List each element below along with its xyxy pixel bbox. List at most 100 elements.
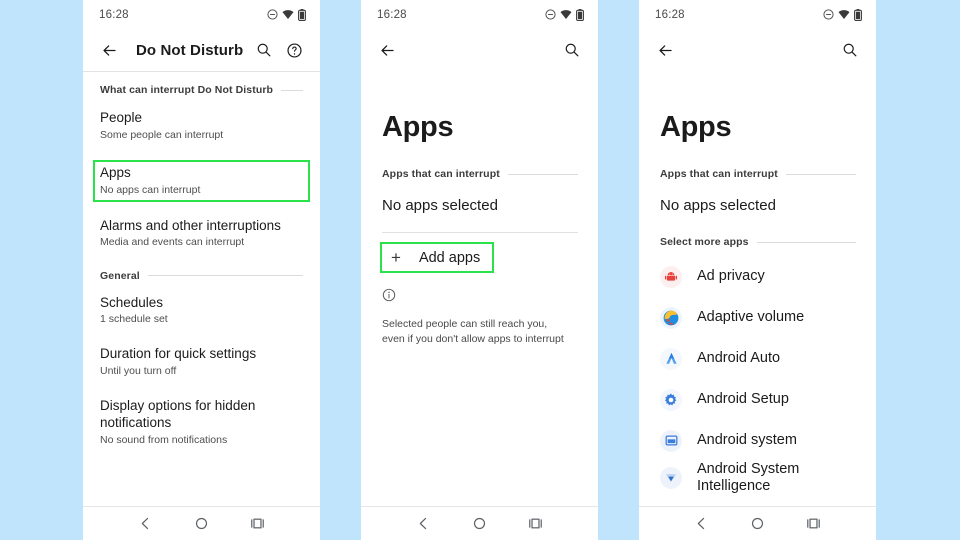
info-text: Selected people can still reach you, eve… xyxy=(382,318,564,346)
search-icon[interactable] xyxy=(559,37,585,63)
list-item[interactable]: Android System Intelligence xyxy=(660,461,856,495)
section-rule xyxy=(147,275,303,277)
help-icon[interactable] xyxy=(281,37,307,63)
ad-privacy-icon xyxy=(660,265,682,288)
settings-row-duration[interactable]: Duration for quick settings Until you tu… xyxy=(100,346,303,378)
status-bar-clock: 16:28 xyxy=(99,8,129,21)
section-rule xyxy=(785,173,856,175)
section-header-label: Apps that can interrupt xyxy=(382,168,500,180)
battery-icon xyxy=(298,8,306,21)
row-title: Schedules xyxy=(100,294,164,310)
settings-row-display-options[interactable]: Display options for hidden notifications… xyxy=(100,398,303,447)
row-title: Display options for hidden notifications xyxy=(100,398,256,431)
home-nav-icon[interactable] xyxy=(472,516,487,531)
settings-row-apps[interactable]: Apps No apps can interrupt xyxy=(93,159,310,202)
status-bar: 16:28 xyxy=(639,0,876,29)
section-header-label: What can interrupt Do Not Disturb xyxy=(100,84,274,96)
app-name: Android System Intelligence xyxy=(697,461,800,495)
apps-screen: Apps Apps that can interrupt No apps sel… xyxy=(361,71,598,506)
empty-state-text: No apps selected xyxy=(382,197,498,214)
navigation-bar xyxy=(361,506,598,540)
status-bar: 16:28 xyxy=(361,0,598,29)
section-header-general: General xyxy=(100,270,303,282)
do-not-disturb-icon xyxy=(267,9,278,20)
plus-icon: + xyxy=(391,248,401,267)
back-arrow-icon[interactable] xyxy=(96,37,122,63)
home-nav-icon[interactable] xyxy=(750,516,765,531)
settings-row-alarms[interactable]: Alarms and other interruptions Media and… xyxy=(100,218,303,250)
section-header-can-interrupt: Apps that can interrupt xyxy=(382,168,578,180)
status-bar-clock: 16:28 xyxy=(655,8,685,21)
settings-row-people[interactable]: People Some people can interrupt xyxy=(100,110,303,142)
app-name: Ad privacy xyxy=(697,267,765,284)
section-header-label: Apps that can interrupt xyxy=(660,168,778,180)
back-arrow-icon[interactable] xyxy=(374,37,400,63)
section-header-label: Select more apps xyxy=(660,236,749,248)
row-subtitle: Some people can interrupt xyxy=(100,128,224,141)
phone-panel-apps-empty: 16:28 Apps Apps that can interrupt No ap… xyxy=(361,0,598,540)
battery-icon xyxy=(576,8,584,21)
row-subtitle: 1 schedule set xyxy=(100,313,168,326)
wifi-icon xyxy=(838,9,850,20)
android-system-intelligence-icon xyxy=(660,467,682,489)
status-bar-clock: 16:28 xyxy=(377,8,407,21)
app-bar: Do Not Disturb xyxy=(83,29,320,71)
home-nav-icon[interactable] xyxy=(194,516,209,531)
back-nav-icon[interactable] xyxy=(694,516,709,531)
add-apps-button[interactable]: + Add apps xyxy=(379,242,495,273)
do-not-disturb-icon xyxy=(823,9,834,20)
app-name: Android system xyxy=(697,431,797,448)
list-item[interactable]: Android Setup xyxy=(660,379,856,420)
wifi-icon xyxy=(560,9,572,20)
status-bar-icons xyxy=(823,8,862,21)
search-icon[interactable] xyxy=(837,37,863,63)
list-item[interactable]: Android Auto xyxy=(660,338,856,379)
page-title: Apps xyxy=(382,111,454,143)
adaptive-volume-icon xyxy=(660,306,682,329)
do-not-disturb-icon xyxy=(545,9,556,20)
screenshot-stage: 16:28 Do Not Disturb What can interrupt … xyxy=(0,0,960,540)
back-arrow-icon[interactable] xyxy=(652,37,678,63)
list-item[interactable]: Adaptive volume xyxy=(660,297,856,338)
back-nav-icon[interactable] xyxy=(416,516,431,531)
section-rule xyxy=(756,241,856,243)
section-header-select-more: Select more apps xyxy=(660,236,856,248)
recents-nav-icon[interactable] xyxy=(250,516,265,531)
add-apps-label: Add apps xyxy=(418,249,481,266)
recents-nav-icon[interactable] xyxy=(806,516,821,531)
row-subtitle: No sound from notifications xyxy=(100,433,228,446)
phone-panel-apps-list: 16:28 Apps Apps that can interrupt No ap… xyxy=(639,0,876,540)
page-title: Do Not Disturb xyxy=(136,41,244,59)
section-rule xyxy=(507,173,578,175)
status-bar-icons xyxy=(267,8,306,21)
highlight-box-apps: Apps No apps can interrupt xyxy=(93,159,310,202)
status-bar-icons xyxy=(545,8,584,21)
page-title: Apps xyxy=(660,111,732,143)
status-bar: 16:28 xyxy=(83,0,320,29)
list-item[interactable]: Ad privacy xyxy=(660,256,856,297)
wifi-icon xyxy=(282,9,294,20)
app-name: Android Auto xyxy=(697,349,781,366)
list-item[interactable]: Android system xyxy=(660,420,856,461)
app-name: Android Setup xyxy=(697,390,789,407)
recents-nav-icon[interactable] xyxy=(528,516,543,531)
navigation-bar xyxy=(83,506,320,540)
app-list: Ad privacy Adaptive volume Android Auto xyxy=(660,256,856,495)
app-bar xyxy=(639,29,876,71)
app-bar xyxy=(361,29,598,71)
android-setup-icon xyxy=(660,388,682,411)
section-rule xyxy=(281,89,303,91)
row-subtitle: No apps can interrupt xyxy=(100,183,201,196)
app-name: Adaptive volume xyxy=(697,308,805,325)
section-header-can-interrupt: Apps that can interrupt xyxy=(660,168,856,180)
settings-list: What can interrupt Do Not Disturb People… xyxy=(83,72,320,506)
info-icon xyxy=(382,288,578,307)
empty-state-text: No apps selected xyxy=(660,197,776,214)
apps-selection-screen: Apps Apps that can interrupt No apps sel… xyxy=(639,71,876,506)
settings-row-schedules[interactable]: Schedules 1 schedule set xyxy=(100,295,303,327)
section-header-label: General xyxy=(100,269,140,282)
android-system-icon xyxy=(660,429,682,452)
search-icon[interactable] xyxy=(251,37,277,63)
divider xyxy=(382,232,578,233)
back-nav-icon[interactable] xyxy=(138,516,153,531)
